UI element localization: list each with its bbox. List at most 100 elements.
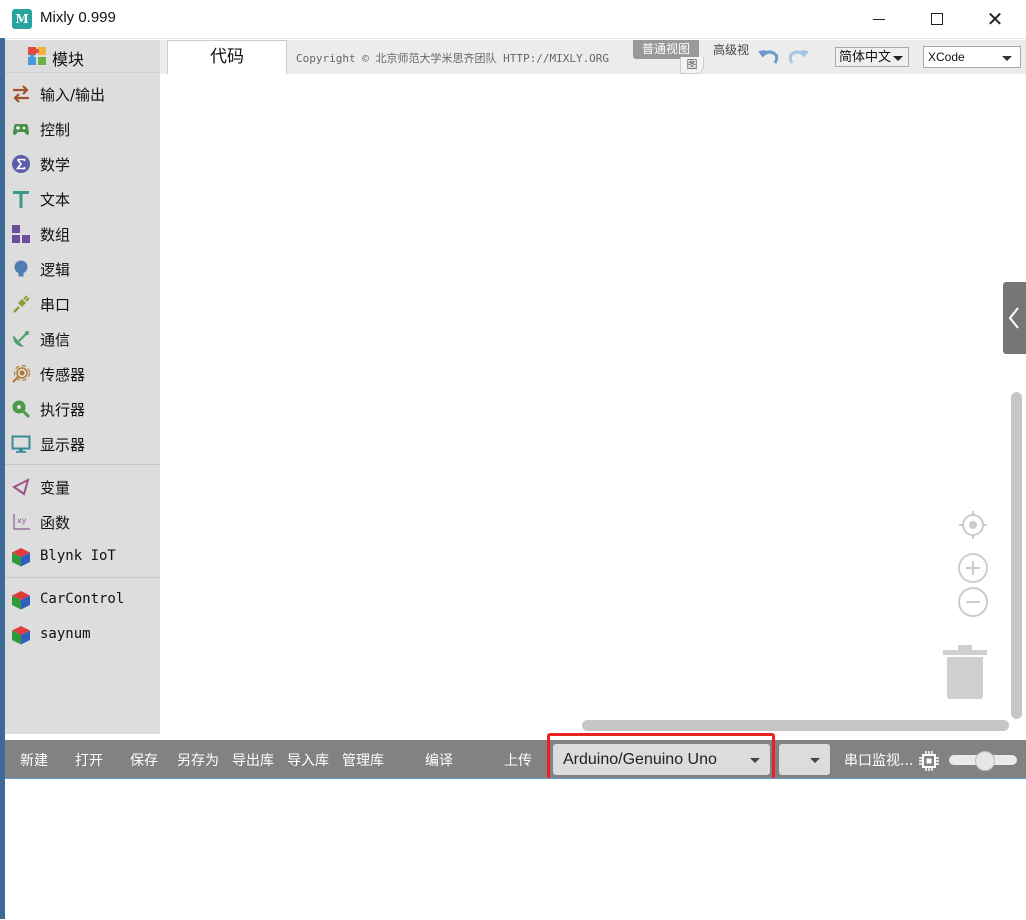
sidebar-item-label: 传感器 xyxy=(40,366,86,384)
block-category-sidebar: 模块 输入/输出 控制 数学 文本 数组 逻辑 串口 通信 传感器 执行器 显示… xyxy=(5,40,160,734)
sidebar-item-label: 文本 xyxy=(40,191,71,209)
maximize-button[interactable] xyxy=(908,0,966,38)
function-icon: xy xyxy=(13,514,30,530)
svg-text:xy: xy xyxy=(17,516,27,525)
actuator-icon xyxy=(12,400,31,419)
theme-value: XCode xyxy=(928,50,965,64)
cube-icon xyxy=(12,626,30,645)
sidebar-item-label: 控制 xyxy=(40,121,71,139)
port-select[interactable] xyxy=(779,744,830,775)
chevron-down-icon xyxy=(1002,56,1012,61)
slider-handle[interactable] xyxy=(975,751,995,771)
block-workspace[interactable] xyxy=(160,74,1026,734)
sidebar-header: 模块 xyxy=(5,40,160,73)
open-button[interactable]: 打开 xyxy=(75,750,103,770)
code-panel-toggle[interactable] xyxy=(1003,282,1026,354)
manage-library-button[interactable]: 管理库 xyxy=(342,750,384,770)
sidebar-item-variable[interactable]: 变量 xyxy=(5,470,160,504)
sensor-icon xyxy=(12,364,31,383)
sidebar-title: 模块 xyxy=(52,50,85,69)
new-button[interactable]: 新建 xyxy=(20,750,48,770)
sidebar-item-saynum[interactable]: saynum xyxy=(5,618,160,652)
sidebar-item-label: 输入/输出 xyxy=(40,86,106,104)
sidebar-divider xyxy=(5,464,160,465)
zoom-out-icon[interactable] xyxy=(957,586,989,618)
sidebar-item-communication[interactable]: 通信 xyxy=(5,322,160,356)
minimize-icon xyxy=(873,18,885,20)
sidebar-item-sensor[interactable]: 传感器 xyxy=(5,357,160,391)
sidebar-item-label: Blynk IoT xyxy=(40,548,116,564)
theme-select[interactable]: XCode xyxy=(923,46,1021,68)
sidebar-item-text[interactable]: 文本 xyxy=(5,182,160,216)
sidebar-item-display[interactable]: 显示器 xyxy=(5,427,160,461)
sidebar-item-carcontrol[interactable]: CarControl xyxy=(5,583,160,617)
advanced-view-button[interactable]: 高级视 xyxy=(713,41,749,58)
bulb-icon xyxy=(14,260,28,277)
puzzle-icon xyxy=(28,47,46,65)
sidebar-item-label: 函数 xyxy=(40,514,71,532)
sidebar-divider xyxy=(5,577,160,578)
recenter-icon[interactable] xyxy=(957,509,989,541)
sidebar-item-label: 变量 xyxy=(40,479,71,497)
export-library-button[interactable]: 导出库 xyxy=(232,750,274,770)
sidebar-item-serial[interactable]: 串口 xyxy=(5,287,160,321)
redo-icon[interactable] xyxy=(787,46,811,68)
normal-view-tab-tail[interactable]: 图 xyxy=(680,57,704,74)
cube-icon xyxy=(12,548,30,567)
blocks-icon xyxy=(12,225,30,243)
sidebar-item-label: 逻辑 xyxy=(40,261,71,279)
arrows-icon xyxy=(13,85,29,103)
language-value: 简体中文 xyxy=(839,50,892,65)
save-button[interactable]: 保存 xyxy=(130,750,158,770)
sidebar-item-logic[interactable]: 逻辑 xyxy=(5,252,160,286)
compile-button[interactable]: 编译 xyxy=(425,750,453,770)
trash-icon[interactable] xyxy=(943,644,987,700)
import-library-button[interactable]: 导入库 xyxy=(287,750,329,770)
close-button[interactable]: ✕ xyxy=(966,0,1024,38)
sidebar-item-actuator[interactable]: 执行器 xyxy=(5,392,160,426)
upload-button[interactable]: 上传 xyxy=(504,750,532,770)
sidebar-item-label: 串口 xyxy=(40,296,71,314)
cube-icon xyxy=(12,591,30,610)
chevron-left-icon xyxy=(1008,307,1019,329)
copyright-text: Copyright © 北京师范大学米思齐团队 HTTP://MIXLY.ORG xyxy=(296,52,610,65)
window-title: Mixly 0.999 xyxy=(40,9,116,26)
sidebar-item-array[interactable]: 数组 xyxy=(5,217,160,251)
chevron-down-icon xyxy=(810,758,820,763)
sidebar-item-label: 数组 xyxy=(40,226,71,244)
minimize-button[interactable] xyxy=(850,0,908,38)
gamepad-icon xyxy=(13,124,29,135)
tab-code[interactable]: 代码 xyxy=(167,40,287,74)
undo-icon[interactable] xyxy=(756,46,780,68)
plug-icon xyxy=(13,295,30,313)
sidebar-item-function[interactable]: xy 函数 xyxy=(5,505,160,539)
chip-icon[interactable] xyxy=(918,750,940,772)
language-select[interactable]: 简体中文 xyxy=(835,47,909,67)
editor-topbar: 代码 Copyright © 北京师范大学米思齐团队 HTTP://MIXLY.… xyxy=(160,40,1026,74)
sigma-icon xyxy=(12,155,30,173)
maximize-icon xyxy=(931,13,943,25)
workspace-horizontal-scrollbar[interactable] xyxy=(582,720,1009,731)
sidebar-item-label: 数学 xyxy=(40,156,71,174)
sidebar-item-io[interactable]: 输入/输出 xyxy=(5,77,160,111)
sidebar-item-control[interactable]: 控制 xyxy=(5,112,160,146)
variable-icon xyxy=(12,478,30,496)
monitor-icon xyxy=(11,435,31,453)
chevron-down-icon xyxy=(893,56,903,61)
output-console[interactable] xyxy=(5,778,1026,920)
satellite-icon xyxy=(13,331,29,347)
title-bar: M Mixly 0.999 ✕ xyxy=(0,0,1026,39)
close-icon: ✕ xyxy=(986,7,1004,31)
app-logo-icon: M xyxy=(12,9,32,29)
save-as-button[interactable]: 另存为 xyxy=(177,750,219,770)
workspace-vertical-scrollbar[interactable] xyxy=(1011,392,1022,719)
sidebar-item-blynk[interactable]: Blynk IoT xyxy=(5,540,160,574)
sidebar-item-label: 显示器 xyxy=(40,436,86,454)
serial-monitor-button[interactable]: 串口监视... xyxy=(844,750,913,770)
zoom-in-icon[interactable] xyxy=(957,552,989,584)
sidebar-item-label: 通信 xyxy=(40,331,71,349)
sidebar-item-math[interactable]: 数学 xyxy=(5,147,160,181)
sidebar-item-label: CarControl xyxy=(40,591,125,607)
text-T-icon xyxy=(13,191,29,208)
sidebar-item-label: saynum xyxy=(40,626,91,642)
